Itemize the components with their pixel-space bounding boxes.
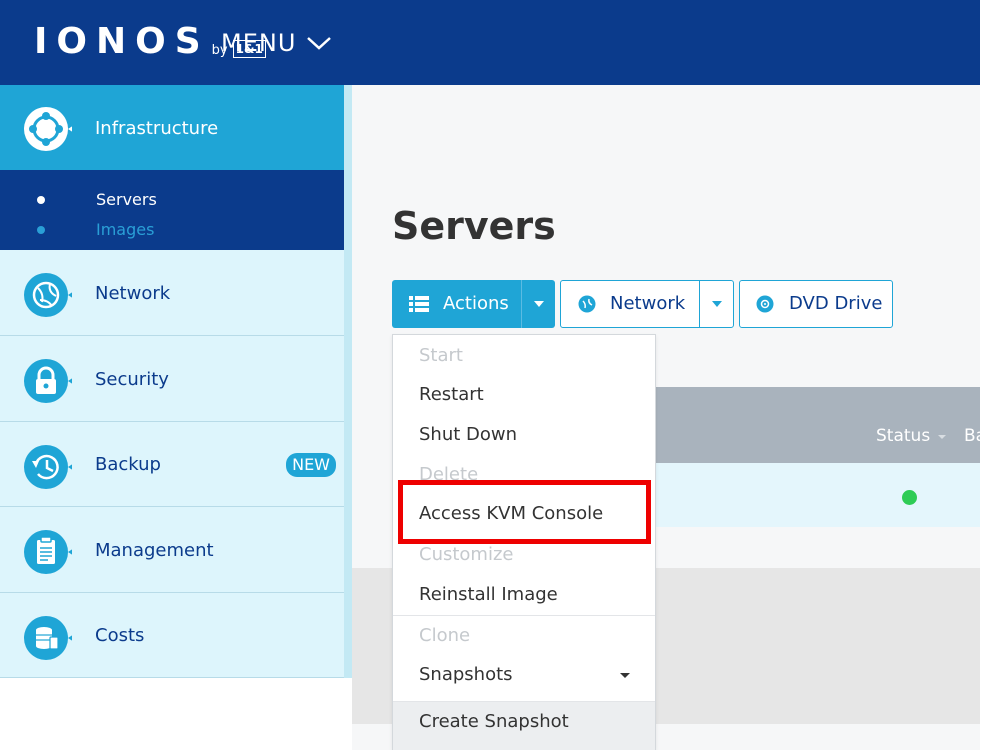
sidebar-item-label: Security (95, 369, 169, 390)
new-badge: NEW (286, 453, 336, 477)
submenu-dot-active (37, 196, 45, 204)
page-title: Servers (392, 204, 556, 248)
table-row[interactable] (654, 463, 980, 527)
globe-icon (24, 273, 72, 317)
column-header-truncated[interactable]: Ba (964, 425, 986, 447)
sidebar-item-label: Network (95, 283, 171, 304)
column-header-status[interactable]: Status (876, 425, 947, 447)
network-button-label: Network (610, 293, 686, 314)
caret-down-icon (533, 301, 544, 307)
menu-item-create-snapshot[interactable]: Create Snapshot (393, 702, 655, 750)
sort-caret-icon (937, 435, 946, 439)
sidebar-item-backup[interactable]: Backup NEW (0, 422, 344, 507)
sidebar: Infrastructure Servers Images Network Se… (0, 85, 352, 750)
menu-item-start[interactable]: Start (393, 336, 655, 376)
menu-item-clone[interactable]: Clone (393, 616, 655, 656)
menu-item-reinstall-image[interactable]: Reinstall Image (393, 575, 655, 615)
sidebar-item-label: Backup (95, 454, 161, 475)
actions-button-label: Actions (443, 293, 509, 314)
menu-label: MENU (221, 29, 297, 57)
top-header: IONOS by 1&1 MENU (0, 0, 980, 85)
disc-icon (756, 295, 774, 313)
sidebar-item-network[interactable]: Network (0, 250, 344, 336)
sidebar-item-security[interactable]: Security (0, 336, 344, 422)
clipboard-icon (24, 530, 72, 574)
backup-clock-icon (24, 445, 72, 489)
actions-dropdown-toggle[interactable] (521, 280, 555, 328)
window-edge (980, 0, 990, 750)
menu-item-snapshots[interactable]: Snapshots (393, 655, 655, 695)
list-icon (409, 296, 429, 312)
sidebar-item-label: Management (95, 540, 214, 561)
actions-button[interactable]: Actions (392, 280, 521, 328)
logo-wordmark: IONOS (34, 21, 210, 62)
sidebar-item-label: Costs (95, 625, 145, 646)
menu-item-snapshots-label: Snapshots (419, 664, 513, 685)
menu-item-shut-down[interactable]: Shut Down (393, 415, 655, 455)
dvd-drive-button[interactable]: DVD Drive (739, 280, 893, 328)
submenu-dot (37, 226, 45, 234)
submenu-item-servers[interactable]: Servers (96, 190, 157, 210)
lock-icon (24, 359, 72, 403)
highlight-annotation (398, 480, 651, 544)
infrastructure-submenu: Servers Images (0, 170, 352, 250)
menu-item-restart[interactable]: Restart (393, 375, 655, 415)
sidebar-item-costs[interactable]: Costs (0, 593, 344, 678)
network-icon (578, 295, 596, 313)
chevron-down-icon (307, 37, 332, 50)
sidebar-item-infrastructure[interactable]: Infrastructure (0, 85, 344, 170)
caret-down-icon (711, 301, 722, 307)
infrastructure-icon (24, 107, 72, 151)
submenu-item-images[interactable]: Images (96, 220, 154, 240)
main-menu-button[interactable]: MENU (221, 28, 332, 58)
dvd-drive-button-label: DVD Drive (789, 293, 883, 314)
network-dropdown-toggle[interactable] (699, 280, 734, 328)
status-running-indicator (902, 490, 917, 505)
coins-icon (24, 616, 72, 660)
sidebar-item-label: Infrastructure (95, 118, 219, 139)
sidebar-item-management[interactable]: Management (0, 507, 344, 593)
column-header-label: Status (876, 426, 931, 446)
caret-down-icon (620, 673, 630, 678)
network-button[interactable]: Network (560, 280, 700, 328)
